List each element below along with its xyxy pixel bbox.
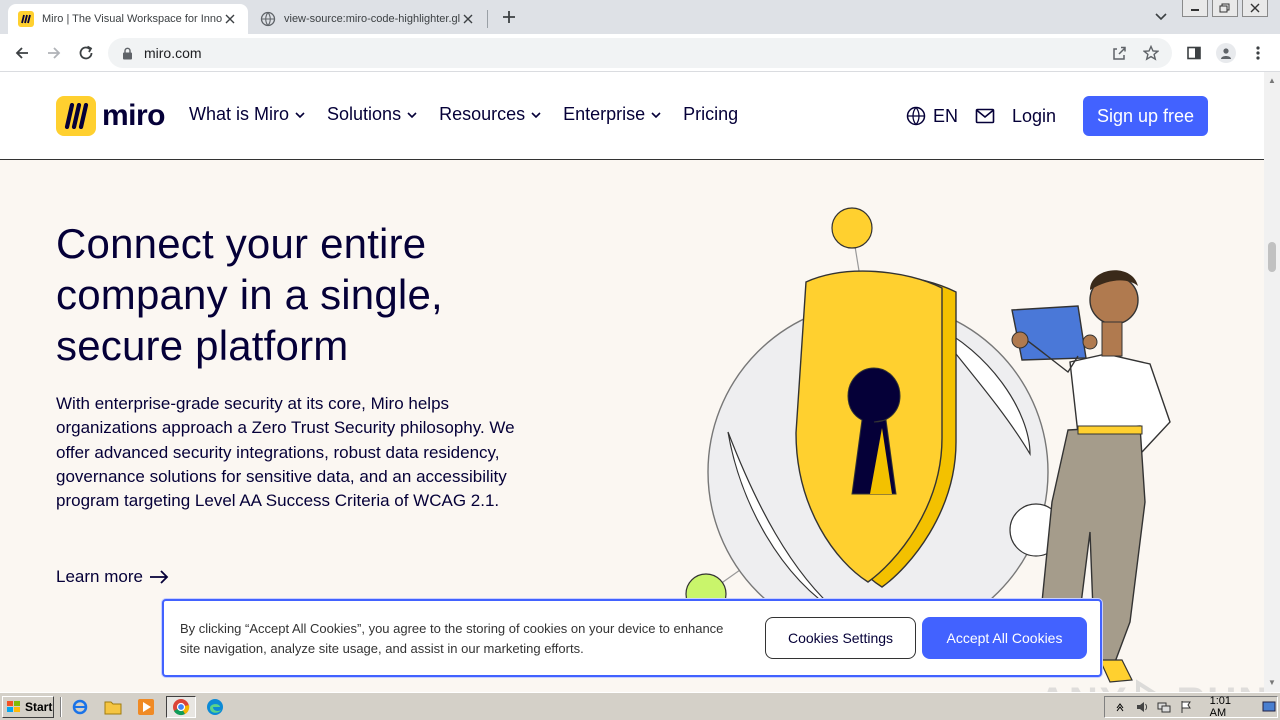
- tab-separator: [487, 10, 488, 28]
- contact-mail-icon[interactable]: [975, 96, 997, 136]
- scroll-down-arrow-icon[interactable]: ▼: [1267, 678, 1277, 688]
- windows-logo-icon: [6, 700, 22, 714]
- anyrun-watermark: ANY RUN: [1038, 679, 1264, 692]
- taskbar-separator: [60, 697, 62, 717]
- close-tab-icon[interactable]: [222, 11, 238, 27]
- cookie-banner: By clicking “Accept All Cookies”, you ag…: [162, 599, 1102, 677]
- hero-title-line: secure platform: [56, 322, 349, 369]
- media-player-icon[interactable]: [136, 698, 156, 716]
- start-label: Start: [25, 700, 53, 714]
- nav-what-is-miro[interactable]: What is Miro: [189, 104, 306, 125]
- page-viewport: miro What is Miro Solutions Resources En…: [0, 72, 1264, 692]
- browser-toolbar: miro.com: [0, 34, 1280, 72]
- internet-explorer-icon[interactable]: [70, 698, 90, 716]
- login-link[interactable]: Login: [1012, 96, 1056, 136]
- signup-button[interactable]: Sign up free: [1083, 96, 1208, 136]
- watermark-text: ANY: [1038, 680, 1128, 693]
- side-panel-icon[interactable]: [1182, 41, 1206, 65]
- hero-title-line: Connect your entire: [56, 220, 427, 267]
- file-explorer-icon[interactable]: [103, 698, 123, 716]
- cookie-consent-text: By clicking “Accept All Cookies”, you ag…: [180, 621, 724, 656]
- scroll-up-arrow-icon[interactable]: ▲: [1267, 76, 1277, 86]
- arrow-right-icon: [149, 569, 171, 585]
- start-button[interactable]: Start: [2, 696, 54, 718]
- address-bar[interactable]: miro.com: [108, 38, 1172, 68]
- globe-icon: [905, 105, 927, 127]
- learn-more-link[interactable]: Learn more: [56, 567, 171, 587]
- window-controls: [1182, 0, 1274, 18]
- learn-more-label: Learn more: [56, 567, 143, 586]
- watermark-text: RUN: [1176, 680, 1264, 693]
- tab-miro[interactable]: Miro | The Visual Workspace for Innovati…: [8, 4, 248, 34]
- chevron-down-icon: [650, 109, 662, 121]
- lock-icon[interactable]: [120, 46, 134, 60]
- back-arrow-icon[interactable]: [10, 41, 34, 65]
- hero-title-line: company in a single,: [56, 271, 443, 318]
- main-nav: What is Miro Solutions Resources Enterpr…: [189, 104, 759, 125]
- miro-favicon-icon: [18, 11, 34, 27]
- hero-title: Connect your entire company in a single,…: [56, 218, 556, 371]
- nav-enterprise[interactable]: Enterprise: [563, 104, 662, 125]
- url-text: miro.com: [144, 45, 202, 61]
- accept-all-cookies-button[interactable]: Accept All Cookies: [922, 617, 1087, 659]
- nav-label: Enterprise: [563, 104, 646, 124]
- windows-taskbar: Start 1:01 AM: [0, 692, 1280, 720]
- tab-view-source[interactable]: view-source:miro-code-highlighter.glitch…: [250, 4, 486, 34]
- site-header: miro What is Miro Solutions Resources En…: [0, 72, 1264, 160]
- page-scrollbar[interactable]: ▲ ▼: [1264, 72, 1280, 692]
- system-tray: 1:01 AM: [1104, 695, 1278, 719]
- tray-expand-icon[interactable]: [1112, 699, 1127, 715]
- close-tab-icon[interactable]: [460, 11, 476, 27]
- globe-favicon-icon: [260, 11, 276, 27]
- share-icon[interactable]: [1108, 42, 1130, 64]
- chevron-down-icon: [294, 109, 306, 121]
- restore-icon[interactable]: [1212, 0, 1238, 17]
- nav-label: What is Miro: [189, 104, 290, 124]
- play-icon: [1136, 679, 1157, 692]
- browser-tab-strip: Miro | The Visual Workspace for Innovati…: [0, 0, 1280, 34]
- logo-wordmark: miro: [102, 99, 166, 132]
- flag-icon[interactable]: [1178, 699, 1193, 715]
- new-tab-icon[interactable]: [498, 6, 520, 28]
- scrollbar-thumb[interactable]: [1268, 242, 1276, 272]
- chevron-down-icon: [530, 109, 542, 121]
- nav-label: Resources: [439, 104, 526, 124]
- nav-label: Pricing: [683, 104, 739, 124]
- edge-icon[interactable]: [205, 698, 225, 716]
- show-desktop-icon[interactable]: [1262, 699, 1277, 715]
- tab-title: Miro | The Visual Workspace for Innovati…: [42, 13, 222, 25]
- chevron-down-icon: [406, 109, 418, 121]
- miro-logo-icon: [56, 96, 96, 136]
- nav-solutions[interactable]: Solutions: [327, 104, 418, 125]
- profile-avatar-icon[interactable]: [1214, 41, 1238, 65]
- nav-label: Solutions: [327, 104, 402, 124]
- bookmark-star-icon[interactable]: [1140, 42, 1162, 64]
- kebab-menu-icon[interactable]: [1246, 41, 1270, 65]
- tab-title: view-source:miro-code-highlighter.glitch…: [284, 13, 460, 25]
- tab-search-chevron-icon[interactable]: [1152, 8, 1170, 26]
- nav-resources[interactable]: Resources: [439, 104, 542, 125]
- nav-pricing[interactable]: Pricing: [683, 104, 738, 125]
- hero-description: With enterprise-grade security at its co…: [56, 394, 515, 511]
- miro-logo[interactable]: miro: [56, 96, 166, 136]
- taskbar-clock[interactable]: 1:01 AM: [1210, 695, 1248, 719]
- reload-icon[interactable]: [74, 41, 98, 65]
- cookies-settings-button[interactable]: Cookies Settings: [765, 617, 916, 659]
- minimize-icon[interactable]: [1182, 0, 1208, 17]
- language-selector[interactable]: EN: [905, 96, 958, 136]
- yellow-node: [831, 207, 873, 249]
- volume-icon[interactable]: [1134, 699, 1149, 715]
- chrome-taskbar-icon[interactable]: [166, 696, 196, 718]
- forward-arrow-icon[interactable]: [42, 41, 66, 65]
- close-window-icon[interactable]: [1242, 0, 1268, 17]
- network-icon[interactable]: [1156, 699, 1171, 715]
- language-label: EN: [933, 105, 959, 126]
